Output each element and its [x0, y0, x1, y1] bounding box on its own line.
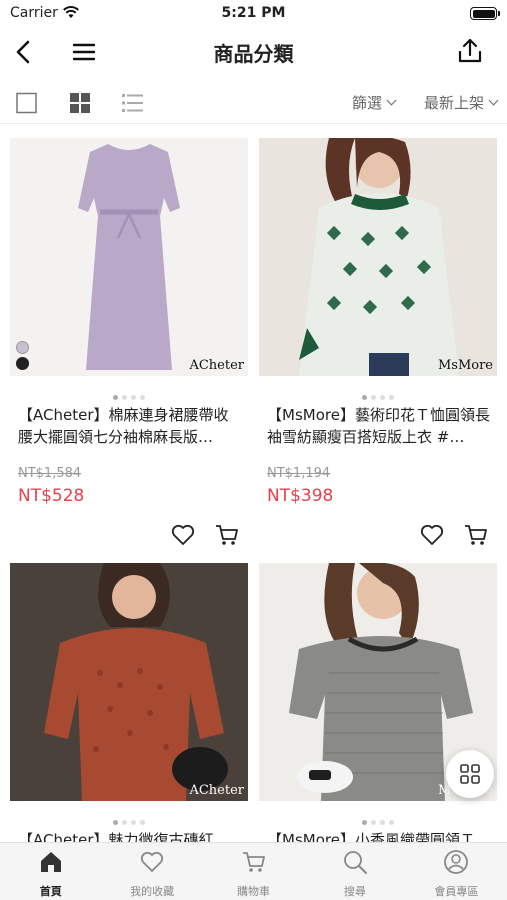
- swatch-lilac[interactable]: [16, 341, 29, 354]
- product-card[interactable]: MsMore 【MsMore】小香風織帶圓領Ｔ…: [259, 563, 497, 849]
- heart-icon[interactable]: [170, 522, 196, 548]
- color-swatches[interactable]: [16, 338, 30, 370]
- original-price: NT$1,194: [267, 466, 331, 481]
- product-card[interactable]: MsMore 【MsMore】藝術印花Ｔ恤圓領長袖雪紡顯瘦百搭短版上衣 #… N…: [259, 138, 497, 558]
- brand-watermark: ACheter: [189, 783, 244, 798]
- home-icon: [40, 852, 61, 872]
- page-title: 商品分類: [213, 42, 294, 66]
- nav-bar: 商品分類: [0, 28, 507, 76]
- swatch-black[interactable]: [16, 357, 29, 370]
- bottom-tab-bar: 首頁 我的收藏 購物車 搜尋 會員專區: [0, 842, 507, 900]
- share-icon[interactable]: [455, 36, 485, 66]
- add-to-cart-icon[interactable]: [463, 522, 489, 548]
- tab-favorites[interactable]: 我的收藏: [101, 843, 202, 900]
- chevron-down-icon: [488, 95, 499, 106]
- product-image[interactable]: MsMore: [259, 138, 497, 376]
- chevron-down-icon: [386, 95, 397, 106]
- floating-category-button[interactable]: [446, 750, 494, 798]
- brand-watermark: ACheter: [189, 358, 244, 373]
- product-card[interactable]: ACheter 【ACheter】棉麻連身裙腰帶收腰大擺圓領七分袖棉麻長版… N…: [10, 138, 248, 558]
- product-image[interactable]: ACheter: [10, 138, 248, 376]
- sale-price: NT$398: [267, 486, 334, 506]
- tab-label: 首頁: [39, 885, 62, 898]
- blouse-illustration: [299, 138, 459, 376]
- tab-cart[interactable]: 購物車: [203, 843, 304, 900]
- tab-label: 購物車: [237, 885, 271, 898]
- tab-search[interactable]: 搜尋: [304, 843, 405, 900]
- brand-watermark: MsMore: [437, 358, 493, 373]
- clock: 5:21 PM: [221, 5, 286, 21]
- dress-illustration: [78, 144, 180, 370]
- grid-icon: [460, 764, 480, 784]
- heart-icon[interactable]: [419, 522, 445, 548]
- battery-icon: [470, 7, 500, 20]
- image-pager: [10, 810, 248, 829]
- user-icon: [444, 850, 469, 874]
- product-name[interactable]: 【MsMore】藝術印花Ｔ恤圓領長袖雪紡顯瘦百搭短版上衣 #…: [267, 404, 492, 448]
- add-to-cart-icon[interactable]: [214, 522, 240, 548]
- sort-label: 最新上架: [423, 94, 484, 112]
- single-view-icon[interactable]: [15, 92, 39, 114]
- image-pager: [259, 810, 497, 829]
- tab-label: 會員專區: [434, 885, 479, 898]
- status-bar: Carrier 5:21 PM: [0, 0, 507, 28]
- sale-price: NT$528: [18, 486, 85, 506]
- cart-icon: [242, 852, 265, 872]
- tab-member[interactable]: 會員專區: [406, 843, 507, 900]
- filter-label: 篩選: [351, 94, 382, 112]
- tab-home[interactable]: 首頁: [0, 843, 101, 900]
- sort-dropdown[interactable]: 最新上架: [423, 92, 499, 113]
- original-price: NT$1,584: [18, 466, 82, 481]
- tab-label: 搜尋: [343, 885, 366, 898]
- grid-view-icon[interactable]: [68, 92, 92, 114]
- search-icon: [344, 851, 367, 874]
- heart-icon: [141, 851, 164, 872]
- product-card[interactable]: ACheter 【ACheter】魅力微復古磚紅水…: [10, 563, 248, 871]
- sweater-illustration: [10, 563, 248, 801]
- product-image[interactable]: ACheter: [10, 563, 248, 801]
- tab-label: 我的收藏: [130, 885, 175, 898]
- list-view-icon[interactable]: [121, 92, 145, 114]
- product-name[interactable]: 【ACheter】棉麻連身裙腰帶收腰大擺圓領七分袖棉麻長版…: [18, 404, 243, 448]
- image-pager: [10, 385, 248, 404]
- image-pager: [259, 385, 497, 404]
- list-toolbar: 篩選 最新上架: [0, 80, 507, 124]
- filter-dropdown[interactable]: 篩選: [351, 92, 397, 113]
